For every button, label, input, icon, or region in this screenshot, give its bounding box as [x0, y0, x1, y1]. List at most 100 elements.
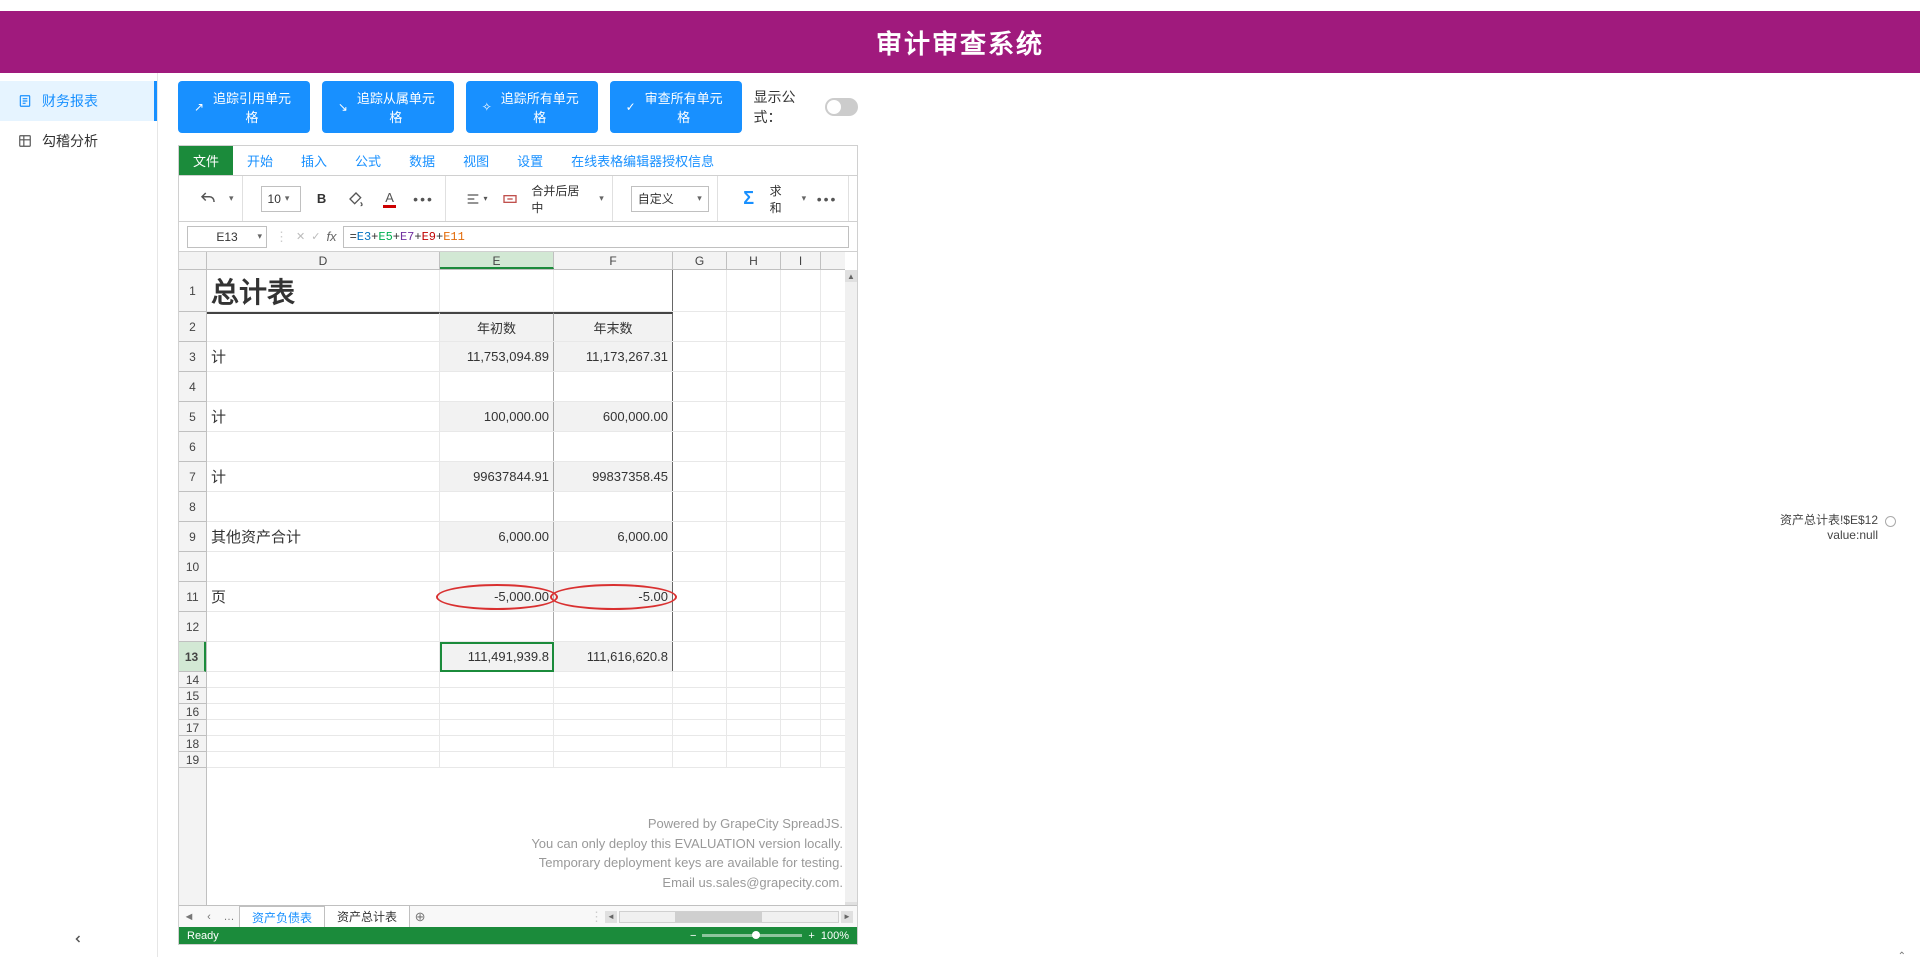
ribbon-tab-formula[interactable]: 公式: [341, 146, 395, 175]
ribbon-tab-data[interactable]: 数据: [395, 146, 449, 175]
row-header-13[interactable]: 13: [179, 642, 206, 672]
hscroll-right-icon[interactable]: ►: [841, 911, 853, 923]
row-header-1[interactable]: 1: [179, 270, 206, 312]
cell-G11[interactable]: [673, 582, 727, 611]
cell-I14[interactable]: [781, 672, 821, 687]
trace-dependents-button[interactable]: ↘追踪从属单元格: [322, 81, 454, 133]
cell-F16[interactable]: [554, 704, 673, 719]
cell-E19[interactable]: [440, 752, 554, 767]
undo-button[interactable]: [195, 186, 221, 212]
row-header-11[interactable]: 11: [179, 582, 206, 612]
font-color-button[interactable]: A: [377, 186, 403, 212]
merge-dropdown-icon[interactable]: ▾: [599, 193, 604, 204]
ribbon-tab-license[interactable]: 在线表格编辑器授权信息: [557, 146, 728, 175]
row-header-3[interactable]: 3: [179, 342, 206, 372]
scroll-up-icon[interactable]: ▲: [845, 270, 857, 282]
cell-I6[interactable]: [781, 432, 821, 461]
column-header-F[interactable]: F: [554, 252, 673, 269]
cell-H9[interactable]: [727, 522, 781, 551]
cell-D3[interactable]: 计: [207, 342, 440, 371]
cell-E8[interactable]: [440, 492, 554, 521]
cell-D5[interactable]: 计: [207, 402, 440, 431]
sidebar-collapse-button[interactable]: [72, 933, 84, 945]
cell-F14[interactable]: [554, 672, 673, 687]
fx-icon[interactable]: fx: [326, 229, 336, 244]
cell-G19[interactable]: [673, 752, 727, 767]
cell-F12[interactable]: [554, 612, 673, 641]
row-header-14[interactable]: 14: [179, 672, 206, 688]
cell-H19[interactable]: [727, 752, 781, 767]
cell-G8[interactable]: [673, 492, 727, 521]
align-button[interactable]: ▾: [464, 186, 490, 212]
cell-H5[interactable]: [727, 402, 781, 431]
cell-D12[interactable]: [207, 612, 440, 641]
select-all-corner[interactable]: [179, 252, 207, 270]
cell-I3[interactable]: [781, 342, 821, 371]
cell-G3[interactable]: [673, 342, 727, 371]
vertical-scrollbar[interactable]: ▲ ▼: [845, 270, 857, 914]
cell-I8[interactable]: [781, 492, 821, 521]
cell-I15[interactable]: [781, 688, 821, 703]
row-header-5[interactable]: 5: [179, 402, 206, 432]
cell-D1[interactable]: 总计表: [207, 270, 440, 311]
formula-input[interactable]: =E3+E5+E7+E9+E11: [343, 226, 849, 248]
cell-E16[interactable]: [440, 704, 554, 719]
cell-F8[interactable]: [554, 492, 673, 521]
cell-H4[interactable]: [727, 372, 781, 401]
cell-G5[interactable]: [673, 402, 727, 431]
cell-I16[interactable]: [781, 704, 821, 719]
cell-G6[interactable]: [673, 432, 727, 461]
cell-H8[interactable]: [727, 492, 781, 521]
cell-I1[interactable]: [781, 270, 821, 311]
ribbon-tab-view[interactable]: 视图: [449, 146, 503, 175]
cell-D2[interactable]: [207, 312, 440, 341]
cell-F11[interactable]: -5.00: [554, 582, 673, 611]
cell-G13[interactable]: [673, 642, 727, 671]
name-box[interactable]: E13▾: [187, 226, 267, 248]
cell-F2[interactable]: 年末数: [554, 312, 673, 341]
cell-H10[interactable]: [727, 552, 781, 581]
cell-I13[interactable]: [781, 642, 821, 671]
cell-E13[interactable]: 111,491,939.8: [440, 642, 554, 671]
column-header-I[interactable]: I: [781, 252, 821, 269]
cell-H15[interactable]: [727, 688, 781, 703]
cell-G18[interactable]: [673, 736, 727, 751]
row-header-8[interactable]: 8: [179, 492, 206, 522]
cell-H11[interactable]: [727, 582, 781, 611]
bold-button[interactable]: B: [309, 186, 335, 212]
row-header-10[interactable]: 10: [179, 552, 206, 582]
cell-E17[interactable]: [440, 720, 554, 735]
zoom-in-button[interactable]: +: [808, 930, 814, 942]
cell-I10[interactable]: [781, 552, 821, 581]
row-header-9[interactable]: 9: [179, 522, 206, 552]
autosum-button[interactable]: Σ: [736, 186, 762, 212]
row-header-18[interactable]: 18: [179, 736, 206, 752]
row-header-15[interactable]: 15: [179, 688, 206, 704]
cell-G1[interactable]: [673, 270, 727, 311]
row-header-16[interactable]: 16: [179, 704, 206, 720]
cell-E6[interactable]: [440, 432, 554, 461]
autosum-dropdown-icon[interactable]: ▾: [802, 193, 807, 204]
cell-D17[interactable]: [207, 720, 440, 735]
ribbon-tab-file[interactable]: 文件: [179, 146, 233, 175]
accept-formula-icon[interactable]: ✓: [311, 230, 320, 243]
trace-precedents-button[interactable]: ↗追踪引用单元格: [178, 81, 310, 133]
cell-H12[interactable]: [727, 612, 781, 641]
cell-H13[interactable]: [727, 642, 781, 671]
cell-G17[interactable]: [673, 720, 727, 735]
cell-I17[interactable]: [781, 720, 821, 735]
cell-G7[interactable]: [673, 462, 727, 491]
cell-G12[interactable]: [673, 612, 727, 641]
sheet-tab-balance[interactable]: 资产负债表: [239, 906, 325, 928]
ribbon-tab-insert[interactable]: 插入: [287, 146, 341, 175]
cell-E2[interactable]: 年初数: [440, 312, 554, 341]
spreadsheet-grid[interactable]: DEFGHI 12345678910111213141516171819 总计表…: [179, 252, 857, 944]
cell-H17[interactable]: [727, 720, 781, 735]
cell-G16[interactable]: [673, 704, 727, 719]
cell-G2[interactable]: [673, 312, 727, 341]
cell-H14[interactable]: [727, 672, 781, 687]
horizontal-scrollbar[interactable]: [619, 911, 839, 923]
cell-H18[interactable]: [727, 736, 781, 751]
column-header-H[interactable]: H: [727, 252, 781, 269]
cell-E11[interactable]: -5,000.00: [440, 582, 554, 611]
